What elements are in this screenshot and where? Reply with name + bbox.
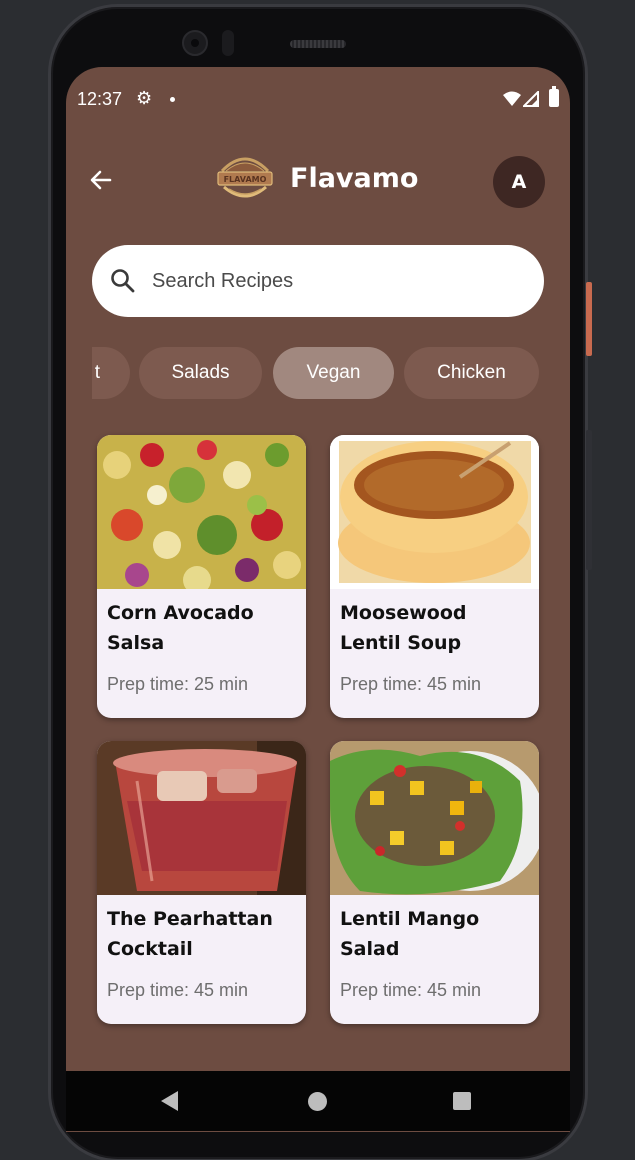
proximity-sensor [222,30,234,56]
recipe-image-pearhattan-cocktail [97,741,306,895]
chip-chicken[interactable]: Chicken [404,347,539,399]
logo-text: FLAVAMO [224,175,267,184]
recipe-prep-time: Prep time: 25 min [107,674,249,694]
settings-icon: ⚙ [136,88,153,108]
user-avatar[interactable]: A [493,156,545,208]
category-chips: t Salads Vegan Chicken [92,347,570,399]
recipe-card[interactable]: Corn Avocado Salsa Prep time: 25 min [97,435,306,718]
recipe-card[interactable]: Lentil Mango Salad Prep time: 45 min [330,741,539,1024]
recipe-image-lentil-soup [330,435,539,589]
notification-dot [170,97,175,102]
status-time: 12:37 [77,89,123,109]
recipe-prep-time: Prep time: 45 min [340,980,482,1000]
front-camera [182,30,208,56]
battery-icon [549,86,559,107]
app-screen: 12:37 ⚙ FLAVAMO Flavamo A t Salads Vegan… [66,67,570,1132]
back-arrow-icon[interactable] [88,167,118,197]
volume-button [586,430,592,570]
chip-vegan[interactable]: Vegan [273,347,394,399]
recipe-title: Corn Avocado Salsa [107,602,254,654]
chip-salads[interactable]: Salads [139,347,262,399]
earpiece-speaker [290,40,346,48]
nav-back-icon[interactable] [161,1091,178,1111]
recipe-card[interactable]: The Pearhattan Cocktail Prep time: 45 mi… [97,741,306,1024]
search-bar[interactable] [92,245,544,317]
system-nav-bar [66,1071,570,1131]
recipe-prep-time: Prep time: 45 min [340,674,482,694]
search-icon [111,269,135,293]
recipe-prep-time: Prep time: 45 min [107,980,249,1000]
flavamo-logo: FLAVAMO [217,157,273,198]
power-button [586,282,592,356]
recipe-image-lentil-mango-salad [330,741,539,895]
nav-recents-icon[interactable] [453,1092,471,1110]
recipe-title: Moosewood Lentil Soup [340,602,467,654]
search-input[interactable] [152,265,512,297]
app-brand-title: Flavamo [290,163,419,194]
status-bar: 12:37 ⚙ [66,85,570,113]
recipe-image-corn-avocado-salsa [97,435,306,589]
recipe-title: The Pearhattan Cocktail [107,908,273,960]
cellular-icon [523,91,539,107]
recipe-title: Lentil Mango Salad [340,908,480,960]
recipe-card[interactable]: Moosewood Lentil Soup Prep time: 45 min [330,435,539,718]
wifi-icon [503,91,521,106]
nav-home-icon[interactable] [308,1092,327,1111]
chip-partial[interactable]: t [92,347,130,399]
